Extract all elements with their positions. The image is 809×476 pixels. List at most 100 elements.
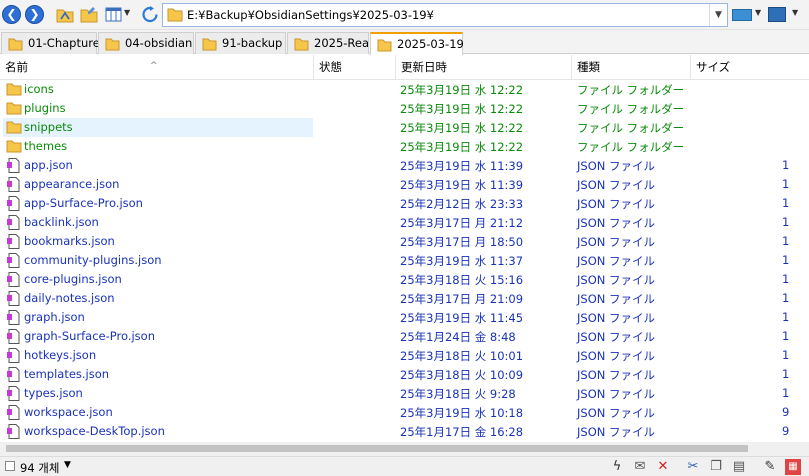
file-row[interactable]: community-plugins.json 25年3月19日 水 11:37 JS…: [0, 251, 809, 270]
horizontal-scrollbar[interactable]: [0, 442, 809, 456]
file-name: core-plugins.json: [24, 272, 122, 286]
modified-date: 25年3月17日 月 21:12: [400, 216, 524, 230]
file-row[interactable]: backlink.json 25年3月17日 月 21:12 JSON ファイル 1: [0, 213, 809, 232]
file-row[interactable]: graph.json 25年3月19日 水 11:45 JSON ファイル 1: [0, 308, 809, 327]
json-file-icon: [6, 405, 22, 420]
column-status[interactable]: 状態: [314, 55, 396, 80]
folder-row[interactable]: icons 25年3月19日 水 12:22 ファイル フォルダー: [0, 80, 809, 99]
tab-2025-03-19[interactable]: 2025-03-19: [370, 32, 464, 55]
json-file-icon: [6, 158, 22, 173]
file-size: 1: [782, 348, 790, 362]
layout-dropdown-icon[interactable]: ▼: [755, 8, 761, 17]
file-size: 9: [782, 405, 790, 419]
address-path: E:¥Backup¥ObsidianSettings¥2025-03-19¥: [187, 8, 434, 22]
mail-icon[interactable]: ✉: [632, 459, 648, 475]
scrollbar-thumb[interactable]: [6, 445, 748, 452]
file-name: community-plugins.json: [24, 253, 162, 267]
file-size: 1: [782, 253, 790, 267]
close-panel-icon[interactable]: ▦: [785, 459, 801, 475]
tab-label: 91-backup: [222, 36, 283, 50]
file-type: JSON ファイル: [577, 330, 656, 344]
json-file-icon: [6, 215, 22, 230]
file-size: 1: [782, 234, 790, 248]
modified-date: 25年3月19日 水 12:22: [400, 83, 524, 97]
column-name[interactable]: 名前 ^: [0, 55, 314, 80]
file-row[interactable]: workspace.json 25年3月19日 水 10:18 JSON ファイル 9: [0, 403, 809, 422]
tab-91-backup[interactable]: 91-backup: [195, 32, 286, 54]
paste-icon[interactable]: ▤: [731, 459, 747, 475]
modified-date: 25年3月18日 火 10:01: [400, 349, 524, 363]
file-type: ファイル フォルダー: [577, 83, 685, 97]
file-type: JSON ファイル: [577, 197, 656, 211]
address-dropdown-icon[interactable]: ▼: [709, 4, 727, 26]
file-size: 1: [782, 196, 790, 210]
modified-date: 25年1月17日 金 16:28: [400, 425, 524, 439]
modified-date: 25年3月19日 水 11:37: [400, 254, 524, 268]
layout-icon[interactable]: [732, 9, 752, 21]
file-size: 1: [782, 272, 790, 286]
folder-row[interactable]: themes 25年3月19日 水 12:22 ファイル フォルダー: [0, 137, 809, 156]
new-folder-icon[interactable]: [80, 6, 98, 23]
json-file-icon: [6, 234, 22, 249]
file-row[interactable]: core-plugins.json 25年3月18日 火 15:16 JSON ファ…: [0, 270, 809, 289]
tab-2025-real[interactable]: 2025-Real: [287, 32, 372, 54]
column-size[interactable]: サイズ: [691, 55, 809, 80]
cut-icon[interactable]: ✂: [685, 459, 701, 475]
folder-icon: [6, 139, 22, 154]
file-row[interactable]: app-Surface-Pro.json 25年2月12日 水 23:33 JSON…: [0, 194, 809, 213]
file-type: JSON ファイル: [577, 178, 656, 192]
lightning-icon[interactable]: ϟ: [609, 459, 625, 475]
column-type[interactable]: 種類: [572, 55, 691, 80]
file-size: 1: [782, 329, 790, 343]
modified-date: 25年3月18日 火 10:09: [400, 368, 524, 382]
forward-button[interactable]: ❯: [25, 5, 44, 24]
copy-icon[interactable]: ❐: [708, 459, 724, 475]
file-row[interactable]: hotkeys.json 25年3月18日 火 10:01 JSON ファイル 1: [0, 346, 809, 365]
json-file-icon: [6, 424, 22, 439]
file-type: JSON ファイル: [577, 311, 656, 325]
file-row[interactable]: templates.json 25年3月18日 火 10:09 JSON ファイル 1: [0, 365, 809, 384]
file-name: appearance.json: [24, 177, 120, 191]
modified-date: 25年3月17日 月 21:09: [400, 292, 524, 306]
file-row[interactable]: types.json 25年3月18日 火 9:28 JSON ファイル 1: [0, 384, 809, 403]
panel-dropdown-icon[interactable]: ▼: [792, 8, 798, 17]
file-type: JSON ファイル: [577, 273, 656, 287]
back-button[interactable]: ❮: [2, 5, 21, 24]
file-row[interactable]: bookmarks.json 25年3月17日 月 18:50 JSON ファイル 1: [0, 232, 809, 251]
file-type: JSON ファイル: [577, 235, 656, 249]
file-list: icons 25年3月19日 水 12:22 ファイル フォルダー plugins 25…: [0, 80, 809, 442]
view-mode-dropdown-icon[interactable]: ▼: [124, 8, 130, 17]
file-size: 9: [782, 424, 790, 438]
status-panel-icon: [5, 461, 15, 471]
refresh-icon[interactable]: [141, 6, 159, 23]
json-file-icon: [6, 253, 22, 268]
column-header: 名前 ^ 状態 更新日時 種類 サイズ: [0, 55, 809, 80]
folder-icon: [8, 37, 23, 57]
view-mode-icon[interactable]: [105, 6, 123, 23]
panel-icon[interactable]: [768, 7, 786, 22]
sort-up-icon: ^: [150, 61, 158, 71]
status-bar: 94 개체 ▼ ϟ ✉ ✕ ✂ ❐ ▤ ✎ ▦: [0, 456, 809, 476]
modified-date: 25年3月19日 水 12:22: [400, 140, 524, 154]
tab-label: 2025-03-19: [397, 37, 464, 51]
folder-row[interactable]: snippets 25年3月19日 水 12:22 ファイル フォルダー: [0, 118, 809, 137]
folder-up-icon[interactable]: [56, 6, 74, 23]
file-name: graph-Surface-Pro.json: [24, 329, 155, 343]
file-type: JSON ファイル: [577, 368, 656, 382]
tab-01-chapture[interactable]: 01-Chapture: [1, 32, 100, 57]
delete-icon[interactable]: ✕: [655, 459, 671, 475]
file-row[interactable]: daily-notes.json 25年3月17日 月 21:09 JSON ファイ…: [0, 289, 809, 308]
file-type: JSON ファイル: [577, 387, 656, 401]
column-modified[interactable]: 更新日時: [396, 55, 572, 80]
tab-04-obsidian[interactable]: 04-obsidian: [98, 32, 194, 54]
folder-row[interactable]: plugins 25年3月19日 水 12:22 ファイル フォルダー: [0, 99, 809, 118]
address-bar[interactable]: E:¥Backup¥ObsidianSettings¥2025-03-19¥ ▼: [162, 3, 728, 27]
file-row[interactable]: appearance.json 25年3月19日 水 11:39 JSON ファイル…: [0, 175, 809, 194]
status-dropdown-icon[interactable]: ▼: [64, 460, 71, 470]
pen-icon[interactable]: ✎: [762, 459, 778, 475]
file-row[interactable]: graph-Surface-Pro.json 25年1月24日 金 8:48 JSO…: [0, 327, 809, 346]
file-row[interactable]: workspace-DeskTop.json 25年1月17日 金 16:28 JS…: [0, 422, 809, 441]
file-row[interactable]: app.json 25年3月19日 水 11:39 JSON ファイル 1: [0, 156, 809, 175]
file-name: hotkeys.json: [24, 348, 97, 362]
file-type: JSON ファイル: [577, 216, 656, 230]
